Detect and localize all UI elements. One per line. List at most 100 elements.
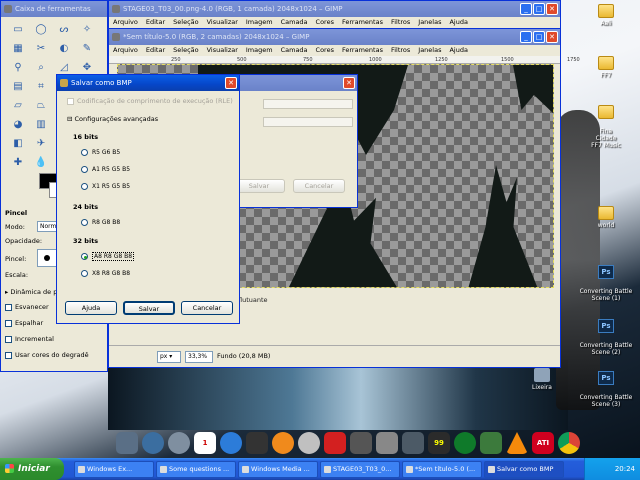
menu-item[interactable]: Cores: [316, 17, 334, 28]
close-button[interactable]: ✕: [546, 31, 558, 43]
menu-item[interactable]: Visualizar: [207, 17, 238, 28]
menu-item[interactable]: Editar: [146, 45, 165, 56]
zoom-input[interactable]: 33,3%: [185, 351, 213, 363]
dock-app-icon[interactable]: [324, 432, 346, 454]
measure-icon[interactable]: ◿: [55, 59, 73, 75]
taskbar-button[interactable]: Salvar como BMP: [484, 460, 564, 478]
clock[interactable]: 20:24: [615, 465, 635, 473]
jitter-option[interactable]: Espalhar: [5, 319, 43, 327]
blur-icon[interactable]: 💧: [32, 154, 50, 170]
dock-app-icon[interactable]: [376, 432, 398, 454]
maximize-button[interactable]: □: [533, 3, 545, 15]
fuzzy-select-icon[interactable]: ✧: [78, 21, 96, 37]
perspective-icon[interactable]: ⏢: [32, 97, 50, 113]
heal-icon[interactable]: ✚: [9, 154, 27, 170]
dock-app-icon[interactable]: [350, 432, 372, 454]
dynamics-expander[interactable]: ▸ Dinâmica de p: [5, 288, 57, 296]
bucket-fill-icon[interactable]: ◕: [9, 116, 27, 132]
menu-item[interactable]: Ajuda: [449, 45, 467, 56]
export-dialog-titlebar[interactable]: ✕: [233, 75, 357, 91]
ati-icon[interactable]: ATI: [532, 432, 554, 454]
menu-item[interactable]: Camada: [281, 45, 308, 56]
radio-circle[interactable]: [81, 219, 88, 226]
airbrush-icon[interactable]: ✈: [32, 135, 50, 151]
menu-item[interactable]: Arquivo: [113, 45, 138, 56]
scissors-icon[interactable]: ✂: [32, 40, 50, 56]
menu-item[interactable]: Editar: [146, 17, 165, 28]
radio-circle[interactable]: [81, 166, 88, 173]
desktop-icon-psd-1[interactable]: Ps Converting Battle Scene (1): [574, 258, 638, 302]
gradient-option[interactable]: Usar cores do degradê: [5, 351, 89, 359]
menu-item[interactable]: Arquivo: [113, 17, 138, 28]
menu-item[interactable]: Seleção: [173, 45, 198, 56]
radio-circle-selected[interactable]: [81, 253, 88, 260]
toolbox-titlebar[interactable]: Caixa de ferramentas: [1, 1, 107, 17]
menu-item[interactable]: Ferramentas: [342, 45, 383, 56]
menu-item[interactable]: Imagem: [246, 45, 273, 56]
menu-item[interactable]: Camada: [281, 17, 308, 28]
close-button[interactable]: ✕: [343, 77, 355, 89]
menu-item[interactable]: Cores: [316, 45, 334, 56]
jitter-checkbox[interactable]: [5, 319, 12, 327]
taskbar-button[interactable]: Some questions ...: [156, 460, 236, 478]
blender-icon[interactable]: [272, 432, 294, 454]
dock-app-icon[interactable]: [142, 432, 164, 454]
brush-preview[interactable]: [37, 249, 57, 267]
radio-circle[interactable]: [81, 270, 88, 277]
cancel-button[interactable]: Cancelar: [293, 179, 345, 193]
taskbar-button[interactable]: Windows Media ...: [238, 460, 318, 478]
fade-option[interactable]: Esvanecer: [5, 303, 49, 311]
dock-app-icon[interactable]: [168, 432, 190, 454]
bmp-dialog-titlebar[interactable]: Salvar como BMP ✕: [57, 75, 239, 91]
dock-app-icon[interactable]: [246, 432, 268, 454]
utorrent-icon[interactable]: [454, 432, 476, 454]
align-icon[interactable]: ▤: [9, 78, 27, 94]
desktop-icon-psd-2[interactable]: Ps Converting Battle Scene (2): [574, 312, 638, 356]
calendar-icon[interactable]: 1: [194, 432, 216, 454]
menu-item[interactable]: Imagem: [246, 17, 273, 28]
radio-circle[interactable]: [81, 149, 88, 156]
unit-select[interactable]: px ▾: [157, 351, 181, 363]
radio-x8r8g8b8[interactable]: X8 R8 G8 B8: [81, 270, 130, 277]
start-button[interactable]: Iniciar: [0, 458, 64, 480]
menu-item[interactable]: Filtros: [391, 45, 410, 56]
crop-icon[interactable]: ⌗: [32, 78, 50, 94]
radio-a1r5g5b5[interactable]: A1 R5 G5 B5: [81, 166, 130, 173]
incremental-option[interactable]: Incremental: [5, 335, 54, 343]
desktop-icon-psd-3[interactable]: Ps Converting Battle Scene (3): [574, 364, 638, 408]
close-button[interactable]: ✕: [225, 77, 237, 89]
menu-item[interactable]: Ferramentas: [342, 17, 383, 28]
zoom-icon[interactable]: ⌕: [32, 59, 50, 75]
gimp-front-titlebar[interactable]: *Sem título-5.0 (RGB, 2 camadas) 2048x10…: [109, 29, 560, 45]
menu-item[interactable]: Ajuda: [449, 17, 467, 28]
menu-item[interactable]: Filtros: [391, 17, 410, 28]
incremental-checkbox[interactable]: [5, 335, 12, 343]
shear-icon[interactable]: ▱: [9, 97, 27, 113]
dock-app-icon[interactable]: [480, 432, 502, 454]
menu-item[interactable]: Janelas: [418, 45, 441, 56]
color-select-icon[interactable]: ▦: [9, 40, 27, 56]
menu-item[interactable]: Seleção: [173, 17, 198, 28]
paths-icon[interactable]: ✎: [78, 40, 96, 56]
save-button[interactable]: Salvar: [123, 301, 175, 315]
blend-icon[interactable]: ▥: [32, 116, 50, 132]
desktop-icon-aali[interactable]: Aali: [574, 4, 638, 27]
menu-item[interactable]: Visualizar: [207, 45, 238, 56]
desktop-icon-recycle-bin[interactable]: Lixeira: [510, 368, 574, 391]
color-picker-icon[interactable]: ⚲: [9, 59, 27, 75]
eraser-icon[interactable]: ◧: [9, 135, 27, 151]
cancel-button[interactable]: Cancelar: [181, 301, 233, 315]
fade-checkbox[interactable]: [5, 303, 12, 311]
taskbar-button[interactable]: *Sem título-5.0 (...: [402, 460, 482, 478]
dock-app-icon[interactable]: [116, 432, 138, 454]
vlc-icon[interactable]: [506, 432, 528, 454]
gradient-checkbox[interactable]: [5, 351, 12, 359]
minimize-button[interactable]: _: [520, 3, 532, 15]
disc-icon[interactable]: [298, 432, 320, 454]
ellipse-select-icon[interactable]: ◯: [32, 21, 50, 37]
move-icon[interactable]: ✥: [78, 59, 96, 75]
dock-app-icon[interactable]: [402, 432, 424, 454]
radio-a8r8g8b8[interactable]: A8 R8 G8 B8: [81, 252, 135, 261]
rect-select-icon[interactable]: ▭: [9, 21, 27, 37]
menu-item[interactable]: Janelas: [418, 17, 441, 28]
